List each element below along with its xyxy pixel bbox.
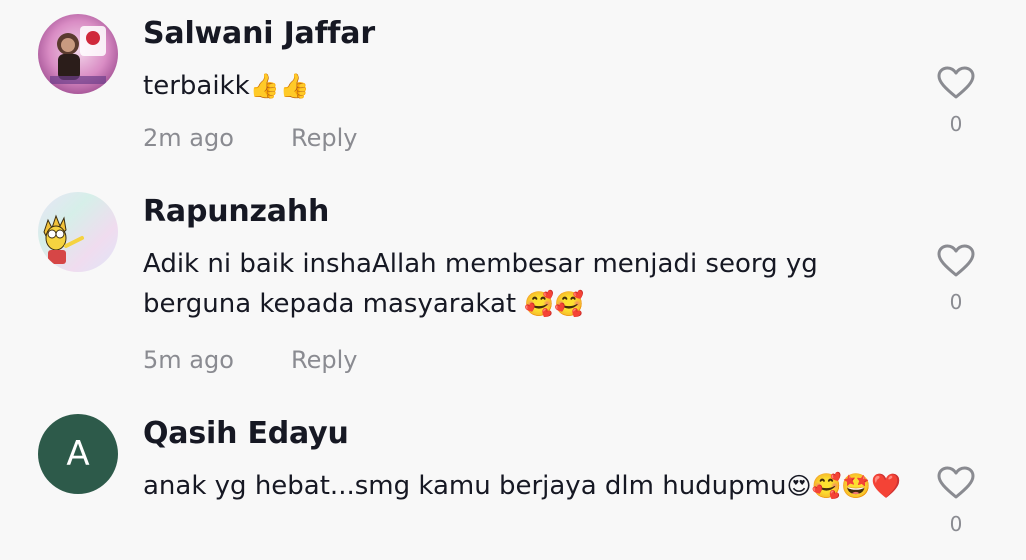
comment-list: Salwani Jaffar terbaikk👍👍 2m ago Reply 0 — [0, 0, 1026, 560]
like-control: 0 — [936, 66, 976, 136]
heart-icon[interactable] — [937, 466, 975, 500]
reply-button[interactable]: Reply — [291, 124, 357, 152]
like-control: 0 — [936, 466, 976, 536]
comment-text: terbaikk👍👍 — [143, 66, 903, 106]
avatar-image — [38, 192, 118, 272]
like-count: 0 — [949, 112, 963, 136]
heart-icon[interactable] — [937, 66, 975, 100]
comment-text-body: Adik ni baik inshaAllah membesar menjadi… — [143, 249, 818, 319]
comment-meta: 5m ago Reply — [143, 346, 357, 374]
comment-timestamp: 2m ago — [143, 124, 234, 152]
comment-username[interactable]: Rapunzahh — [143, 194, 329, 229]
comment-text-body: terbaikk — [143, 71, 250, 101]
avatar[interactable] — [38, 192, 118, 272]
comment-username[interactable]: Salwani Jaffar — [143, 16, 375, 51]
avatar-image — [38, 14, 118, 94]
like-control: 0 — [936, 244, 976, 314]
avatar-letter: A — [66, 434, 90, 474]
comment-emoji: 😍🥰🤩❤️ — [786, 472, 902, 500]
comment-text: Adik ni baik inshaAllah membesar menjadi… — [143, 244, 903, 324]
reply-button[interactable]: Reply — [291, 346, 357, 374]
comment-emoji: 👍👍 — [249, 72, 310, 100]
comment-emoji: 🥰🥰 — [524, 290, 585, 318]
like-count: 0 — [949, 512, 963, 536]
avatar[interactable] — [38, 14, 118, 94]
comment-username[interactable]: Qasih Edayu — [143, 416, 349, 451]
comment-text: anak yg hebat...smg kamu berjaya dlm hud… — [143, 466, 903, 506]
like-count: 0 — [949, 290, 963, 314]
avatar[interactable]: A — [38, 414, 118, 494]
comment-text-body: anak yg hebat...smg kamu berjaya dlm hud… — [143, 471, 787, 501]
comment-meta: 2m ago Reply — [143, 124, 357, 152]
comment-timestamp: 5m ago — [143, 346, 234, 374]
heart-icon[interactable] — [937, 244, 975, 278]
